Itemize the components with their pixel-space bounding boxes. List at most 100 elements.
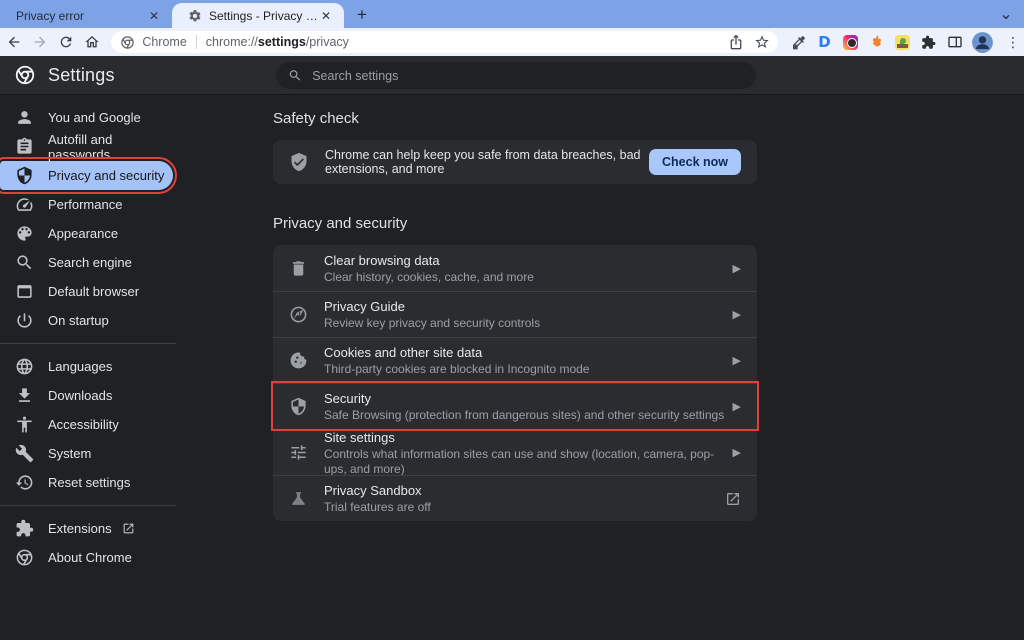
sidebar-item-appearance[interactable]: Appearance bbox=[0, 219, 173, 248]
row-subtitle: Safe Browsing (protection from dangerous… bbox=[324, 408, 725, 423]
row-cookies[interactable]: Cookies and other site data Third-party … bbox=[273, 337, 757, 383]
row-site-settings[interactable]: Site settings Controls what information … bbox=[273, 429, 757, 475]
orange-flame-extension-icon[interactable] bbox=[868, 34, 885, 51]
restore-icon bbox=[15, 473, 34, 492]
row-title: Security bbox=[324, 390, 725, 407]
sidebar-item-extensions[interactable]: Extensions bbox=[0, 514, 173, 543]
page-title: Settings bbox=[48, 65, 115, 86]
sidebar-item-on-startup[interactable]: On startup bbox=[0, 306, 173, 335]
site-label: Chrome bbox=[142, 35, 186, 49]
extensions-puzzle-icon[interactable] bbox=[920, 34, 937, 51]
row-security[interactable]: Security Safe Browsing (protection from … bbox=[273, 383, 757, 429]
new-tab-button[interactable]: + bbox=[350, 3, 374, 27]
privacy-section-heading: Privacy and security bbox=[273, 215, 757, 232]
sidebar-item-system[interactable]: System bbox=[0, 439, 173, 468]
privacy-settings-card: Clear browsing data Clear history, cooki… bbox=[273, 245, 757, 521]
tab-close-icon[interactable]: ✕ bbox=[146, 8, 162, 24]
divider bbox=[0, 343, 176, 344]
sidebar-item-default-browser[interactable]: Default browser bbox=[0, 277, 173, 306]
browser-window: Privacy error ✕ Settings - Privacy and s… bbox=[0, 0, 1024, 640]
tab-title: Privacy error bbox=[16, 9, 146, 23]
chevron-right-icon: ▶ bbox=[733, 262, 741, 275]
shield-icon bbox=[289, 397, 308, 416]
chrome-logo-icon bbox=[120, 35, 135, 50]
safety-check-card: Chrome can help keep you safe from data … bbox=[273, 140, 757, 184]
external-link-icon bbox=[725, 491, 741, 507]
settings-content: Safety check Chrome can help keep you sa… bbox=[273, 96, 757, 521]
sidebar-item-languages[interactable]: Languages bbox=[0, 352, 173, 381]
sidebar-item-downloads[interactable]: Downloads bbox=[0, 381, 173, 410]
external-link-icon bbox=[122, 522, 135, 535]
trash-icon bbox=[289, 259, 308, 278]
sidebar-item-autofill[interactable]: Autofill and passwords bbox=[0, 132, 173, 161]
safety-check-heading: Safety check bbox=[273, 110, 757, 127]
download-icon bbox=[15, 386, 34, 405]
share-icon[interactable] bbox=[728, 34, 744, 50]
chevron-right-icon: ▶ bbox=[733, 446, 741, 459]
address-bar[interactable]: Chrome chrome://settings/privacy bbox=[111, 31, 778, 53]
divider bbox=[196, 35, 197, 49]
settings-body: You and Google Autofill and passwords Pr… bbox=[0, 96, 1024, 640]
sidebar-item-search-engine[interactable]: Search engine bbox=[0, 248, 173, 277]
person-icon bbox=[15, 108, 34, 127]
search-icon bbox=[288, 68, 302, 83]
sidebar-item-privacy-security[interactable]: Privacy and security bbox=[0, 161, 173, 190]
blue-d-extension-icon[interactable]: D bbox=[816, 34, 833, 51]
home-icon bbox=[84, 34, 100, 50]
wrench-icon bbox=[15, 444, 34, 463]
tab-close-icon[interactable]: ✕ bbox=[318, 8, 334, 24]
tab-privacy-error[interactable]: Privacy error ✕ bbox=[0, 4, 172, 28]
row-clear-browsing-data[interactable]: Clear browsing data Clear history, cooki… bbox=[273, 245, 757, 291]
shield-check-icon bbox=[289, 152, 309, 172]
row-title: Cookies and other site data bbox=[324, 344, 725, 361]
speedometer-icon bbox=[15, 195, 34, 214]
plant-extension-icon[interactable] bbox=[894, 34, 911, 51]
sidebar-item-accessibility[interactable]: Accessibility bbox=[0, 410, 173, 439]
camera-extension-icon[interactable] bbox=[842, 34, 859, 51]
profile-avatar[interactable] bbox=[972, 32, 993, 53]
row-title: Site settings bbox=[324, 429, 725, 446]
accessibility-icon bbox=[15, 415, 34, 434]
reload-button[interactable] bbox=[55, 30, 78, 54]
cookie-icon bbox=[289, 351, 308, 370]
row-title: Clear browsing data bbox=[324, 252, 725, 269]
extensions-row: D ⋮ bbox=[790, 32, 1024, 53]
check-now-button[interactable]: Check now bbox=[649, 149, 741, 175]
sidebar-item-reset-settings[interactable]: Reset settings bbox=[0, 468, 173, 497]
home-button[interactable] bbox=[80, 30, 103, 54]
puzzle-icon bbox=[15, 519, 34, 538]
chrome-logo-icon bbox=[14, 64, 36, 86]
settings-search[interactable] bbox=[276, 62, 756, 89]
clipboard-icon bbox=[15, 137, 34, 156]
chevron-right-icon: ▶ bbox=[733, 354, 741, 367]
browser-menu-icon[interactable]: ⋮ bbox=[1006, 34, 1024, 51]
chevron-down-icon[interactable]: ⌄ bbox=[998, 6, 1014, 22]
row-privacy-sandbox[interactable]: Privacy Sandbox Trial features are off bbox=[273, 475, 757, 521]
row-title: Privacy Guide bbox=[324, 298, 725, 315]
row-subtitle: Review key privacy and security controls bbox=[324, 316, 725, 331]
power-icon bbox=[15, 311, 34, 330]
compass-icon bbox=[289, 305, 308, 324]
sidebar-item-you-and-google[interactable]: You and Google bbox=[0, 103, 173, 132]
settings-sidebar: You and Google Autofill and passwords Pr… bbox=[0, 96, 176, 572]
row-subtitle: Third-party cookies are blocked in Incog… bbox=[324, 362, 725, 377]
eyedropper-extension-icon[interactable] bbox=[790, 34, 807, 51]
chevron-right-icon: ▶ bbox=[733, 308, 741, 321]
gear-icon bbox=[188, 9, 202, 23]
reload-icon bbox=[58, 34, 74, 50]
settings-header: Settings bbox=[0, 56, 1024, 95]
sidebar-item-performance[interactable]: Performance bbox=[0, 190, 173, 219]
tab-settings[interactable]: Settings - Privacy and security ✕ bbox=[172, 3, 344, 28]
browser-window-icon bbox=[15, 282, 34, 301]
safety-check-message: Chrome can help keep you safe from data … bbox=[325, 148, 649, 176]
side-panel-icon[interactable] bbox=[946, 34, 963, 51]
search-input[interactable] bbox=[312, 69, 744, 83]
url-text: chrome://settings/privacy bbox=[206, 35, 349, 49]
row-privacy-guide[interactable]: Privacy Guide Review key privacy and sec… bbox=[273, 291, 757, 337]
tab-title: Settings - Privacy and security bbox=[209, 9, 318, 23]
bookmark-star-icon[interactable] bbox=[754, 34, 770, 50]
back-button[interactable] bbox=[3, 30, 26, 54]
row-subtitle: Trial features are off bbox=[324, 500, 717, 515]
forward-button[interactable] bbox=[29, 30, 52, 54]
sidebar-item-about-chrome[interactable]: About Chrome bbox=[0, 543, 173, 572]
